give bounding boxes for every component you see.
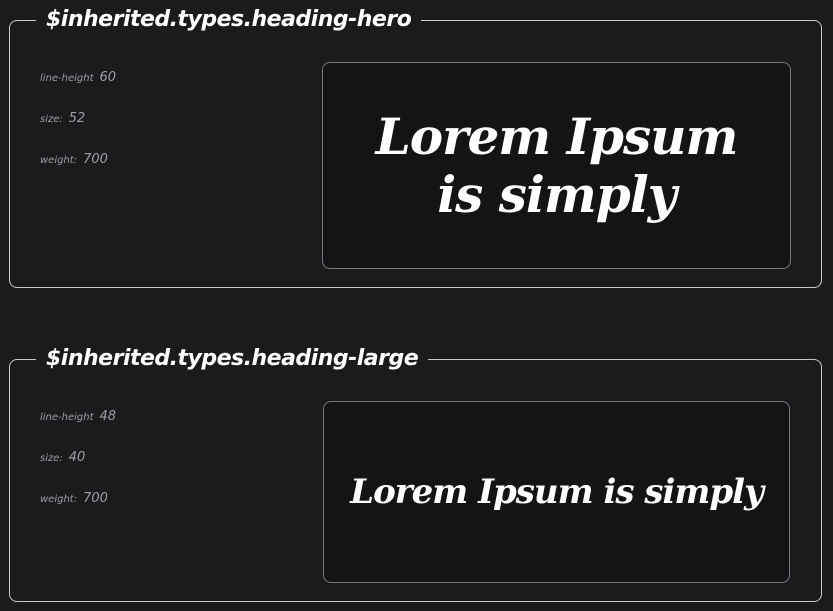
property-value: 700 xyxy=(83,152,108,167)
property-line-height: line-height 48 xyxy=(40,409,280,450)
property-label: weight: xyxy=(40,494,78,505)
card-title: $inherited.types.heading-large xyxy=(46,346,419,371)
property-value: 52 xyxy=(68,111,86,126)
property-size: size: 40 xyxy=(40,450,280,491)
property-label: size: xyxy=(40,114,63,125)
property-value: 700 xyxy=(83,491,108,506)
property-label: size: xyxy=(40,453,63,464)
preview-text: Lorem Ipsum is simply xyxy=(375,106,739,224)
type-card-heading-hero: $inherited.types.heading-hero line-heigh… xyxy=(9,8,822,288)
type-preview-box: Lorem Ipsum is simply xyxy=(323,401,790,583)
preview-text: Lorem Ipsum is simply xyxy=(350,472,764,512)
type-properties: line-height 48 size: 40 weight: 700 xyxy=(40,409,280,532)
property-label: weight: xyxy=(40,155,78,166)
property-value: 60 xyxy=(99,70,117,85)
type-preview-box: Lorem Ipsum is simply xyxy=(322,62,791,269)
property-value: 40 xyxy=(68,450,86,465)
property-label: line-height xyxy=(40,412,94,423)
property-size: size: 52 xyxy=(40,111,280,152)
property-line-height: line-height 60 xyxy=(40,70,280,111)
type-properties: line-height 60 size: 52 weight: 700 xyxy=(40,70,280,193)
property-weight: weight: 700 xyxy=(40,491,280,532)
property-value: 48 xyxy=(99,409,117,424)
card-title: $inherited.types.heading-hero xyxy=(46,7,412,32)
property-weight: weight: 700 xyxy=(40,152,280,193)
property-label: line-height xyxy=(40,73,94,84)
type-card-heading-large: $inherited.types.heading-large line-heig… xyxy=(9,347,822,602)
